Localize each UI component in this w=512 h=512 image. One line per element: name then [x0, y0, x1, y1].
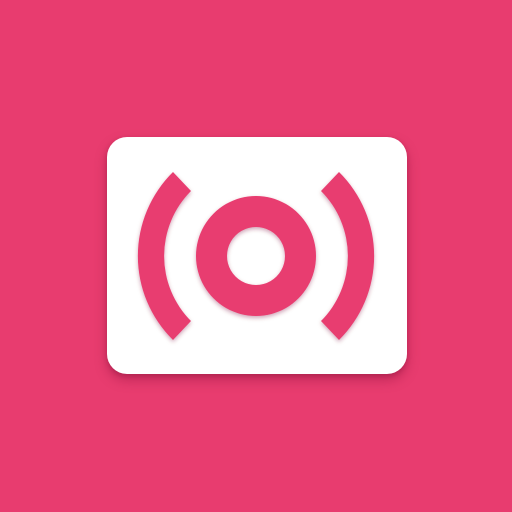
app-icon: [0, 0, 512, 512]
icon-card: [107, 137, 407, 374]
